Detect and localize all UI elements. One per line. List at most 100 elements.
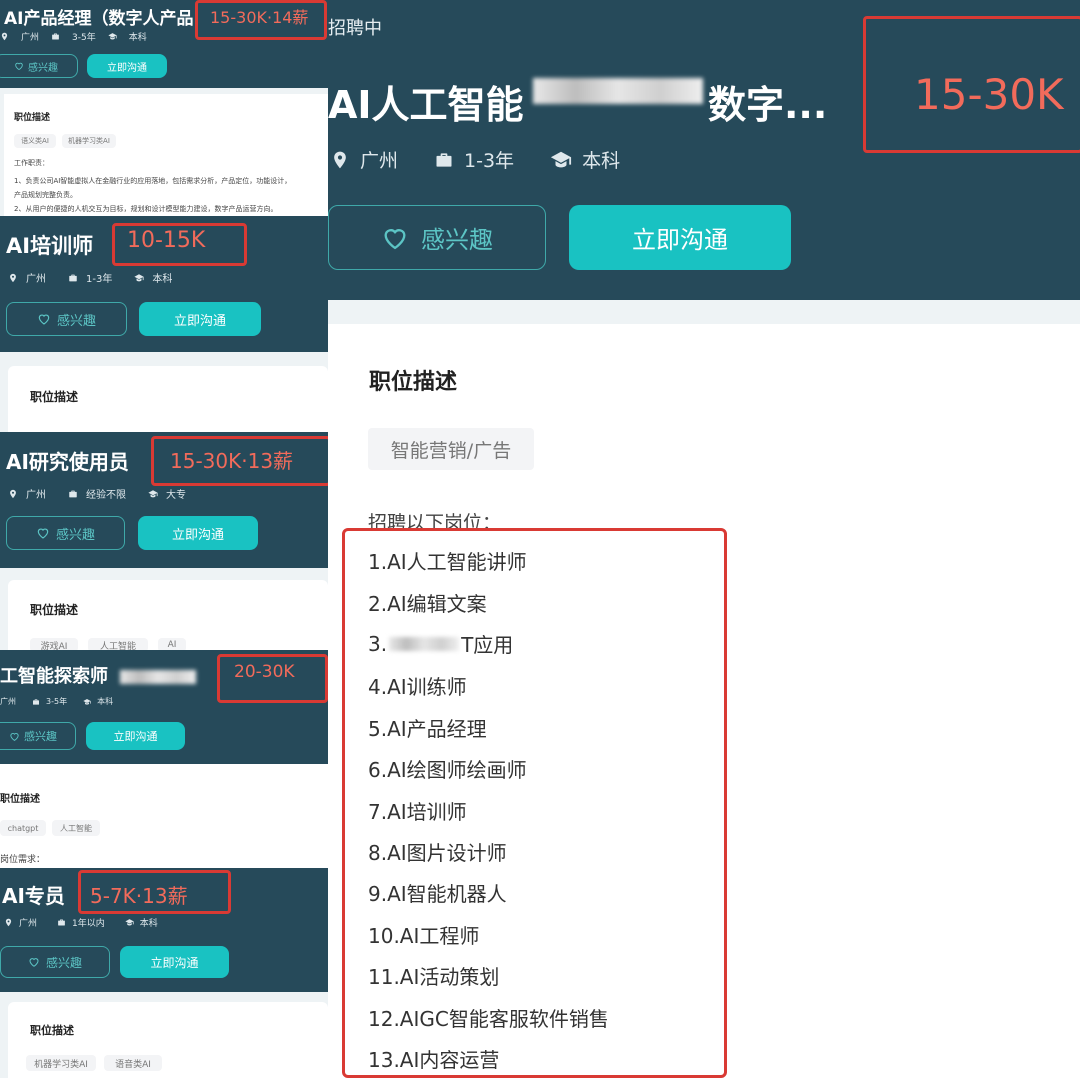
card4-body: 职位描述 chatgpt 人工智能 岗位需求：: [0, 764, 328, 868]
card1-body-line-4: 2、从用户的便捷的人机交互为目标，规划和设计模型能力建设，数字产品运营方向。: [14, 205, 278, 213]
card5-chat-button[interactable]: 立即沟通: [120, 946, 229, 978]
card3-chat-button[interactable]: 立即沟通: [138, 516, 258, 550]
card1-chat-button[interactable]: 立即沟通: [87, 54, 167, 78]
card2-section-title: 职位描述: [30, 390, 79, 404]
position-11: 11.AI活动策划: [368, 965, 500, 989]
card4-exp: 3-5年: [46, 697, 68, 706]
card5-exp: 1年以内: [72, 919, 105, 929]
location-icon: [8, 273, 18, 283]
card4-title: 工智能探索师: [0, 666, 108, 687]
briefcase-icon: [51, 32, 60, 41]
main-title-prefix: AI人工智能: [328, 83, 524, 127]
card2-title: AI培训师: [6, 234, 94, 258]
heart-icon: [36, 526, 50, 540]
card3-section-title: 职位描述: [30, 603, 79, 617]
card1-tag-1: 语义类AI: [14, 134, 56, 148]
main-meta: 广州 1-3年 本科: [330, 146, 620, 173]
card3-title: AI研究使用员: [6, 450, 129, 474]
card4-tag-1: chatgpt: [0, 820, 46, 836]
card1-edu: 本科: [128, 33, 147, 43]
main-exp: 1-3年: [464, 150, 515, 172]
card5-section-title: 职位描述: [30, 1024, 74, 1037]
card4-chat-button[interactable]: 立即沟通: [86, 722, 185, 750]
position-6: 6.AI绘图师绘画师: [368, 758, 527, 782]
location-icon: [8, 489, 18, 499]
card3-edu: 大专: [166, 490, 186, 501]
card2-city: 广州: [26, 274, 46, 285]
position-5: 5.AI产品经理: [368, 717, 487, 741]
card5-meta: 广州 1年以内 本科: [4, 916, 158, 929]
main-title-suffix: 数字...: [708, 83, 828, 127]
card1-section-title: 职位描述: [14, 113, 51, 123]
card1-meta: 广州 3-5年 本科: [0, 30, 147, 43]
position-8: 8.AI图片设计师: [368, 841, 507, 865]
heart-icon: [381, 224, 409, 252]
card2-salary-highlight: [112, 223, 247, 266]
position-3-blurred: [389, 636, 460, 651]
position-13: 13.AI内容运营: [368, 1048, 500, 1072]
main-chat-button[interactable]: 立即沟通: [569, 205, 791, 270]
graduation-cap-icon: [83, 698, 91, 706]
card3-meta: 广州 经验不限 大专: [8, 486, 186, 501]
graduation-cap-icon: [134, 273, 144, 283]
card3-salary-highlight: [151, 436, 331, 486]
card2-body: 职位描述: [0, 352, 328, 432]
card4-salary-highlight: [217, 654, 328, 703]
position-3: 3. T应用: [368, 631, 514, 658]
position-9: 9.AI智能机器人: [368, 882, 507, 906]
position-1: 1.AI人工智能讲师: [368, 550, 527, 574]
card5-interested-button[interactable]: 感兴趣: [0, 946, 110, 978]
card5-title: AI专员: [2, 884, 65, 908]
main-section-title: 职位描述: [369, 370, 458, 395]
main-body: 职位描述 智能营销/广告 招聘以下岗位： 1.AI人工智能讲师 2.AI编辑文案…: [328, 324, 1080, 1078]
graduation-cap-icon: [125, 918, 134, 927]
heart-icon: [14, 61, 24, 71]
card4-interested-button[interactable]: 感兴趣: [0, 722, 76, 750]
card3-exp: 经验不限: [86, 490, 126, 501]
card4-tag-2: 人工智能: [52, 820, 100, 836]
main-header: 招聘中 AI人工智能 数字... 15-30K 广州 1-3年 本科 感兴趣 立…: [328, 0, 1080, 300]
briefcase-icon: [434, 150, 454, 170]
location-icon: [330, 150, 350, 170]
main-interested-button[interactable]: 感兴趣: [328, 205, 546, 270]
card2-interested-button[interactable]: 感兴趣: [6, 302, 127, 336]
position-7: 7.AI培训师: [368, 800, 467, 824]
card5-salary-highlight: [78, 870, 231, 914]
card2-chat-button[interactable]: 立即沟通: [139, 302, 261, 336]
heart-icon: [9, 731, 20, 742]
card4-city: 广州: [0, 697, 16, 706]
card5-tag-1: 机器学习类AI: [26, 1055, 96, 1071]
card4-requirements: 岗位需求：: [0, 855, 46, 865]
card5-body: 职位描述 机器学习类AI 语音类AI: [0, 992, 328, 1078]
graduation-cap-icon: [108, 32, 117, 41]
card1-body: 职位描述 语义类AI 机器学习类AI 工作职责： 1、负责公司AI智能虚拟人在金…: [0, 88, 328, 216]
card4-edu: 本科: [97, 697, 114, 706]
card4-blurred-text: [120, 670, 196, 684]
briefcase-icon: [32, 698, 40, 706]
card2-edu: 本科: [152, 274, 173, 285]
card1-title: AI产品经理（数字人产品...: [4, 9, 194, 29]
main-divider: [328, 300, 1080, 324]
graduation-cap-icon: [550, 149, 572, 171]
card3-interested-button[interactable]: 感兴趣: [6, 516, 125, 550]
card2-exp: 1-3年: [86, 274, 113, 285]
position-4: 4.AI训练师: [368, 675, 467, 699]
location-icon: [0, 32, 9, 41]
card1-header: AI产品经理（数字人产品... 15-30K·14薪 广州 3-5年 本科 感兴…: [0, 0, 328, 88]
card1-interested-button[interactable]: 感兴趣: [0, 54, 78, 78]
card5-edu: 本科: [139, 919, 158, 929]
card1-salary-highlight: [195, 0, 327, 40]
card3-body: 职位描述 游戏AI 人工智能 AI: [0, 568, 328, 652]
main-tag: 智能营销/广告: [368, 428, 534, 470]
heart-icon: [37, 312, 51, 326]
card1-body-line-2: 1、负责公司AI智能虚拟人在金融行业的应用落地，包括需求分析，产品定位，功能设计…: [14, 177, 292, 185]
briefcase-icon: [68, 273, 78, 283]
main-salary-highlight: [863, 16, 1080, 153]
graduation-cap-icon: [148, 489, 158, 499]
card1-body-line-1: 工作职责：: [14, 159, 49, 167]
location-icon: [4, 918, 13, 927]
briefcase-icon: [68, 489, 78, 499]
card1-tag-2: 机器学习类AI: [62, 134, 116, 148]
card4-section-title: 职位描述: [0, 794, 40, 805]
card5-city: 广州: [19, 919, 38, 929]
